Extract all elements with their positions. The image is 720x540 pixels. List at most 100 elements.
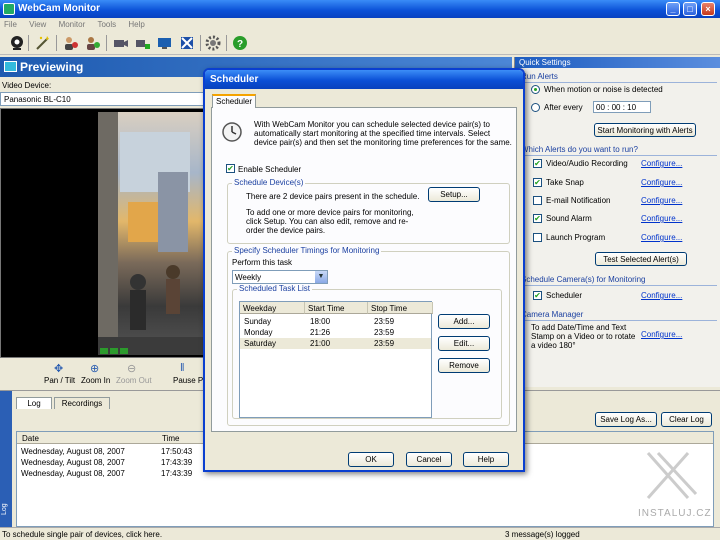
app-icon bbox=[3, 3, 15, 15]
task-row[interactable]: Sunday 18:00 23:59 bbox=[240, 316, 431, 327]
toolbar: ? bbox=[0, 31, 720, 55]
chevron-down-icon[interactable]: ▼ bbox=[315, 271, 327, 283]
setup-button[interactable]: Setup... bbox=[428, 187, 480, 202]
save-log-button[interactable]: Save Log As... bbox=[595, 412, 657, 427]
camera-manager-heading: Camera Manager bbox=[521, 310, 584, 319]
task-list-title: Scheduled Task List bbox=[237, 284, 313, 293]
alert-snap-label: Take Snap bbox=[546, 178, 584, 187]
menu-file[interactable]: File bbox=[4, 18, 17, 31]
alert-email-configure-link[interactable]: Configure... bbox=[641, 196, 682, 205]
close-button[interactable]: × bbox=[701, 2, 715, 16]
tab-scheduler[interactable]: Scheduler bbox=[212, 94, 256, 108]
alert-sound-label: Sound Alarm bbox=[546, 214, 592, 223]
clear-log-button[interactable]: Clear Log bbox=[661, 412, 712, 427]
task-col-stop[interactable]: Stop Time bbox=[368, 302, 433, 314]
help-icon[interactable]: ? bbox=[231, 34, 249, 52]
alert-launch-label: Launch Program bbox=[546, 233, 606, 242]
task-row[interactable]: Monday 21:26 23:59 bbox=[240, 327, 431, 338]
video-device-label: Video Device: bbox=[2, 81, 52, 90]
alert-video-configure-link[interactable]: Configure... bbox=[641, 159, 682, 168]
zoom-out-icon: ⊖ bbox=[127, 363, 137, 375]
which-alerts-heading: Which Alerts do you want to run? bbox=[521, 145, 638, 154]
pause-preview-label[interactable]: Pause Pr bbox=[173, 376, 206, 385]
start-monitoring-button[interactable]: Start Monitoring with Alerts bbox=[594, 123, 696, 137]
run-alerts-heading: Run Alerts bbox=[521, 72, 558, 81]
pan-tilt-icon[interactable]: ✥ bbox=[54, 362, 63, 375]
camcorder-icon[interactable] bbox=[112, 34, 130, 52]
maximize-button[interactable]: □ bbox=[683, 2, 697, 16]
log-sidebar-label: Log bbox=[1, 503, 8, 515]
title-bar: WebCam Monitor _ □ × bbox=[0, 0, 720, 18]
zoom-out-label: Zoom Out bbox=[116, 376, 152, 385]
ok-button[interactable]: OK bbox=[348, 452, 394, 467]
zoom-in-label[interactable]: Zoom In bbox=[81, 376, 110, 385]
help-button[interactable]: Help bbox=[463, 452, 509, 467]
dialog-title: Scheduler bbox=[210, 74, 259, 85]
log-col-time[interactable]: Time bbox=[162, 434, 179, 443]
log-col-date[interactable]: Date bbox=[22, 434, 39, 443]
status-left[interactable]: To schedule single pair of devices, clic… bbox=[2, 530, 162, 539]
perform-task-label: Perform this task bbox=[232, 258, 293, 267]
alert-video-checkbox[interactable]: ✔ bbox=[533, 159, 542, 168]
alert-snap-configure-link[interactable]: Configure... bbox=[641, 178, 682, 187]
when-motion-label: When motion or noise is detected bbox=[544, 85, 663, 94]
camera-icon[interactable] bbox=[8, 34, 26, 52]
status-bar: To schedule single pair of devices, clic… bbox=[0, 527, 720, 540]
menu-monitor[interactable]: Monitor bbox=[59, 18, 86, 31]
enable-scheduler-checkbox[interactable]: ✔ bbox=[226, 164, 235, 173]
alert-email-label: E-mail Notification bbox=[546, 196, 611, 205]
pan-tilt-label[interactable]: Pan / Tilt bbox=[44, 376, 75, 385]
add-camera-icon[interactable] bbox=[134, 34, 152, 52]
add-task-button[interactable]: Add... bbox=[438, 314, 490, 329]
scheduler-checkbox[interactable]: ✔ bbox=[533, 291, 542, 300]
menu-help[interactable]: Help bbox=[128, 18, 144, 31]
scheduler-configure-link[interactable]: Configure... bbox=[641, 291, 682, 300]
alert-sound-checkbox[interactable]: ✔ bbox=[533, 214, 542, 223]
frequency-select[interactable]: Weekly ▼ bbox=[232, 270, 328, 284]
task-row[interactable]: Saturday 21:00 23:59 bbox=[240, 338, 431, 349]
task-col-start[interactable]: Start Time bbox=[305, 302, 368, 314]
scheduler-intro-text: With WebCam Monitor you can schedule sel… bbox=[254, 120, 512, 147]
after-every-label: After every bbox=[544, 103, 583, 112]
camera-manager-configure-link[interactable]: Configure... bbox=[641, 330, 682, 339]
settings-people-icon[interactable] bbox=[84, 34, 102, 52]
svg-text:?: ? bbox=[237, 39, 243, 50]
remove-task-button[interactable]: Remove bbox=[438, 358, 490, 373]
monitor-icon[interactable] bbox=[156, 34, 174, 52]
alert-email-checkbox[interactable] bbox=[533, 196, 542, 205]
scheduler-dialog: Scheduler Scheduler With WebCam Monitor … bbox=[203, 68, 525, 472]
scheduler-panel: With WebCam Monitor you can schedule sel… bbox=[211, 107, 517, 432]
edit-task-button[interactable]: Edit... bbox=[438, 336, 490, 351]
scheduler-label: Scheduler bbox=[546, 291, 583, 300]
previewing-title: Previewing bbox=[20, 60, 84, 74]
menu-view[interactable]: View bbox=[29, 18, 46, 31]
task-col-weekday[interactable]: Weekday bbox=[240, 302, 305, 314]
log-sidebar: Log bbox=[0, 391, 12, 528]
minimize-button[interactable]: _ bbox=[666, 2, 680, 16]
tab-log[interactable]: Log bbox=[16, 397, 52, 409]
zoom-in-icon[interactable]: ⊕ bbox=[90, 362, 99, 375]
alert-snap-checkbox[interactable]: ✔ bbox=[533, 178, 542, 187]
after-every-time-input[interactable]: 00 : 00 : 10 bbox=[593, 101, 651, 113]
timings-title: Specify Scheduler Timings for Monitoring bbox=[232, 246, 382, 255]
video-device-select[interactable]: Panasonic BL-C10 bbox=[0, 92, 205, 106]
window-title: WebCam Monitor bbox=[18, 3, 101, 14]
preview-icon bbox=[4, 61, 17, 72]
after-every-radio[interactable] bbox=[531, 103, 540, 112]
cancel-button[interactable]: Cancel bbox=[406, 452, 452, 467]
alert-launch-configure-link[interactable]: Configure... bbox=[641, 233, 682, 242]
gear-icon[interactable] bbox=[204, 34, 222, 52]
test-alerts-button[interactable]: Test Selected Alert(s) bbox=[595, 252, 687, 266]
wizard-icon[interactable] bbox=[34, 34, 52, 52]
people-icon[interactable] bbox=[62, 34, 80, 52]
quick-settings-header: Quick Settings bbox=[515, 57, 720, 68]
network-icon[interactable] bbox=[178, 34, 196, 52]
when-motion-radio[interactable] bbox=[531, 85, 540, 94]
menu-bar: File View Monitor Tools Help bbox=[0, 18, 720, 31]
camera-manager-text: To add Date/Time and Text Stamp on a Vid… bbox=[531, 323, 636, 350]
pause-icon[interactable]: ‖ bbox=[180, 362, 185, 374]
tab-recordings[interactable]: Recordings bbox=[54, 397, 110, 409]
menu-tools[interactable]: Tools bbox=[97, 18, 116, 31]
alert-sound-configure-link[interactable]: Configure... bbox=[641, 214, 682, 223]
alert-launch-checkbox[interactable] bbox=[533, 233, 542, 242]
